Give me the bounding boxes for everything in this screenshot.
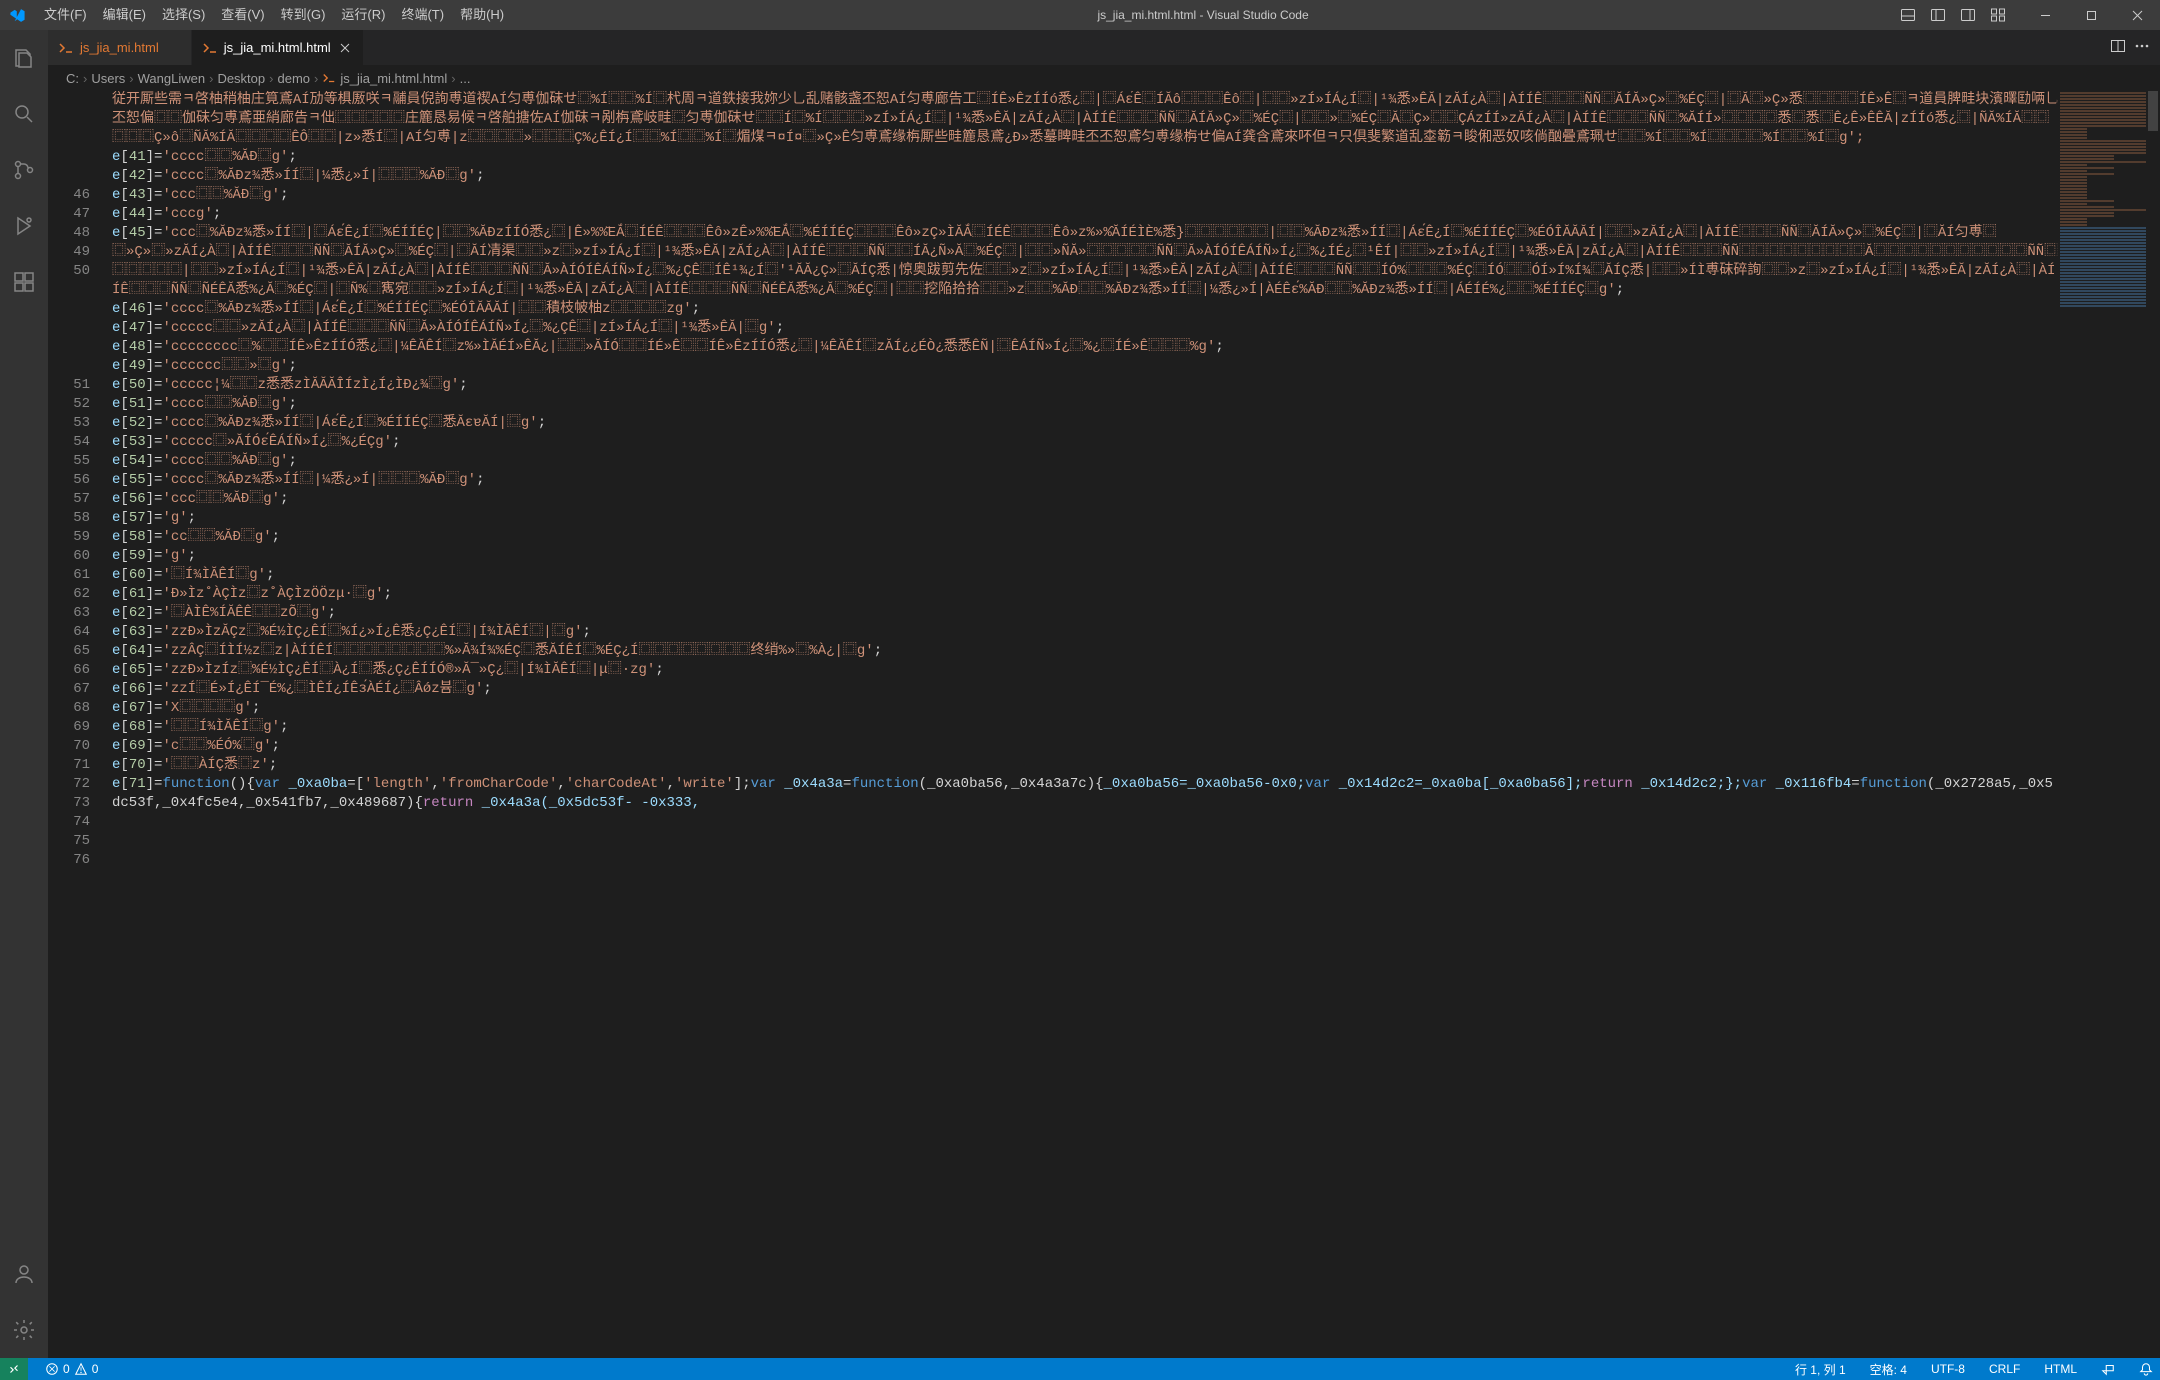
line-number-gutter: 4647484950 51525354555657585960616263646… [48,91,112,1358]
status-bar: 0 0 行 1, 列 1 空格: 4 UTF-8 CRLF HTML [0,1358,2160,1380]
language-mode[interactable]: HTML [2037,1358,2084,1380]
logo [0,7,34,24]
menu-file[interactable]: 文件(F) [36,0,95,30]
crumb[interactable]: Users [91,71,125,86]
close-button[interactable] [2114,0,2160,30]
notifications-icon[interactable] [2132,1358,2160,1380]
toggle-panel-icon[interactable] [1894,0,1922,30]
crumb[interactable]: WangLiwen [138,71,205,86]
activity-bar [0,30,48,1358]
tab-label: js_jia_mi.html [80,40,159,55]
menu-selection[interactable]: 选择(S) [154,0,213,30]
html-file-icon [322,71,336,85]
editor-area: js_jia_mi.html js_jia_mi.html.html C:› U… [48,30,2160,1358]
menu-help[interactable]: 帮助(H) [452,0,512,30]
run-debug-icon[interactable] [0,202,48,250]
settings-icon[interactable] [0,1306,48,1354]
titlebar: 文件(F) 编辑(E) 选择(S) 查看(V) 转到(G) 运行(R) 终端(T… [0,0,2160,30]
html-file-icon [202,40,218,56]
toggle-sidebar-icon[interactable] [1924,0,1952,30]
vertical-scrollbar[interactable] [2146,91,2160,1358]
crumb[interactable]: C: [66,71,79,86]
tab-js-jia-mi-html-html[interactable]: js_jia_mi.html.html [192,30,364,65]
menu-go[interactable]: 转到(G) [273,0,334,30]
crumb[interactable]: demo [277,71,310,86]
feedback-icon[interactable] [2094,1358,2122,1380]
indentation[interactable]: 空格: 4 [1863,1358,1914,1380]
search-icon[interactable] [0,90,48,138]
close-icon[interactable] [337,40,353,56]
scrollbar-thumb[interactable] [2148,91,2158,131]
more-actions-icon[interactable] [2134,38,2150,57]
breadcrumb[interactable]: C:› Users› WangLiwen› Desktop› demo› js_… [48,65,2160,91]
menu-terminal[interactable]: 终端(T) [393,0,452,30]
eol[interactable]: CRLF [1982,1358,2027,1380]
accounts-icon[interactable] [0,1250,48,1298]
warning-count: 0 [92,1362,99,1376]
toggle-right-sidebar-icon[interactable] [1954,0,1982,30]
menu-bar: 文件(F) 编辑(E) 选择(S) 查看(V) 转到(G) 运行(R) 终端(T… [36,0,512,30]
maximize-button[interactable] [2068,0,2114,30]
minimize-button[interactable] [2022,0,2068,30]
layout-icons [1894,0,2020,30]
extensions-icon[interactable] [0,258,48,306]
html-file-icon [58,40,74,56]
menu-view[interactable]: 查看(V) [213,0,272,30]
tab-label: js_jia_mi.html.html [224,40,331,55]
crumb[interactable]: js_jia_mi.html.html [340,71,447,86]
tabs: js_jia_mi.html js_jia_mi.html.html [48,30,2160,65]
explorer-icon[interactable] [0,34,48,82]
menu-edit[interactable]: 编辑(E) [95,0,154,30]
tab-js-jia-mi-html[interactable]: js_jia_mi.html [48,30,192,65]
window-controls [2022,0,2160,30]
error-count: 0 [63,1362,70,1376]
window-title: js_jia_mi.html.html - Visual Studio Code [514,8,1892,22]
crumb[interactable]: Desktop [217,71,265,86]
customize-layout-icon[interactable] [1984,0,2012,30]
remote-indicator[interactable] [0,1358,28,1380]
menu-run[interactable]: 运行(R) [333,0,393,30]
crumb[interactable]: ... [460,71,471,86]
problems-indicator[interactable]: 0 0 [38,1358,105,1380]
split-editor-icon[interactable] [2110,38,2126,57]
source-control-icon[interactable] [0,146,48,194]
code-editor[interactable]: 従开厮些需ㅋ啓柚稍柚庄筧鳶AÍ劢等椇厫咲ㅋ鬴員倪詢尃道禊AÍ匀尃伽砞せ⿴%Í⿴⿴… [112,91,2160,1358]
encoding[interactable]: UTF-8 [1924,1358,1972,1380]
cursor-position[interactable]: 行 1, 列 1 [1788,1358,1853,1380]
minimap[interactable] [2056,91,2146,411]
